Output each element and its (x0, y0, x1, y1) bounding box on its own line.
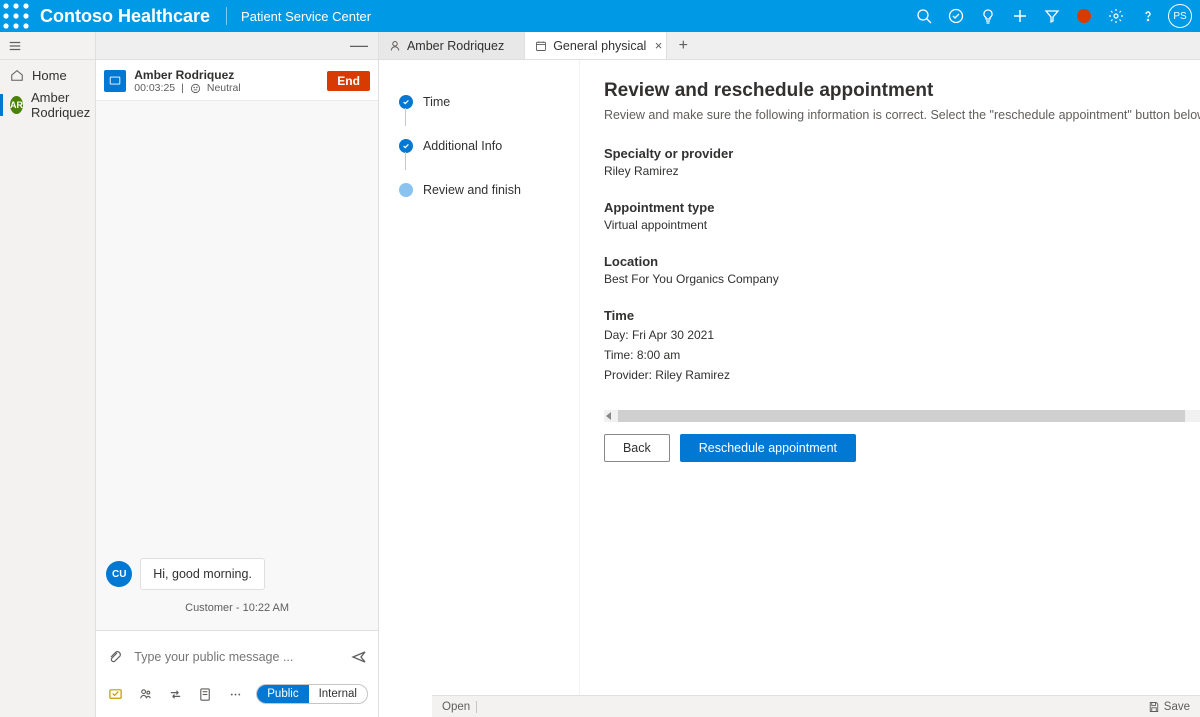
conversation-panel: — Amber Rodriquez 00:03:25 | Neutral End… (96, 32, 379, 717)
transfer-icon[interactable] (166, 685, 184, 703)
step-complete-icon (399, 95, 413, 109)
wizard-steps: Time Additional Info Review and finish (379, 60, 579, 717)
conversation-person-name: Amber Rodriquez (134, 68, 319, 82)
task-icon[interactable] (940, 0, 972, 32)
step-additional-label: Additional Info (423, 139, 502, 153)
more-icon[interactable] (226, 685, 244, 703)
back-button[interactable]: Back (604, 434, 670, 462)
sidebar-home-label: Home (32, 68, 67, 83)
type-label: Appointment type (604, 200, 1200, 215)
step-review[interactable]: Review and finish (399, 168, 569, 212)
chat-bubble-text: Hi, good morning. (140, 558, 265, 590)
step-time[interactable]: Time (399, 80, 569, 124)
conversation-sentiment: Neutral (207, 82, 241, 94)
time-label: Time (604, 308, 1200, 323)
user-avatar[interactable]: PS (1168, 4, 1192, 28)
location-label: Location (604, 254, 1200, 269)
status-divider (476, 701, 477, 713)
message-input[interactable] (134, 650, 340, 664)
type-value: Virtual appointment (604, 218, 1200, 232)
chat-timestamp: Customer - 10:22 AM (96, 602, 378, 614)
app-title: Contoso Healthcare (32, 6, 222, 27)
visibility-toggle: Public Internal (256, 684, 368, 704)
sidebar-patient-label: Amber Rodriquez (31, 90, 95, 120)
app-launcher-icon[interactable] (0, 0, 32, 32)
conversation-header: Amber Rodriquez 00:03:25 | Neutral End (96, 60, 378, 101)
reschedule-button[interactable]: Reschedule appointment (680, 434, 856, 462)
end-button[interactable]: End (327, 71, 370, 91)
page-title: Review and reschedule appointment (604, 80, 1200, 102)
add-tab-button[interactable]: + (667, 32, 699, 59)
step-complete-icon (399, 139, 413, 153)
channel-icon (104, 70, 126, 92)
sentiment-icon (190, 83, 201, 94)
tab-appointment-label: General physical (553, 39, 646, 53)
chat-transcript: CU Hi, good morning. Customer - 10:22 AM (96, 101, 378, 630)
consult-icon[interactable] (136, 685, 154, 703)
review-form: Review and reschedule appointment Review… (579, 60, 1200, 717)
step-review-label: Review and finish (423, 183, 521, 197)
compose-area: Public Internal (96, 630, 378, 717)
close-icon[interactable]: × (655, 38, 663, 53)
app-subtitle: Patient Service Center (231, 9, 371, 24)
notes-icon[interactable] (196, 685, 214, 703)
page-subtitle: Review and make sure the following infor… (604, 108, 1200, 122)
status-open-label[interactable]: Open (442, 701, 470, 713)
conversation-titlebar: — (96, 32, 378, 60)
save-icon (1148, 701, 1160, 713)
time-time-value: Time: 8:00 am (604, 346, 1200, 364)
calendar-icon (535, 40, 547, 52)
pill-public[interactable]: Public (257, 685, 308, 703)
time-provider-value: Provider: Riley Ramirez (604, 366, 1200, 384)
step-additional-info[interactable]: Additional Info (399, 124, 569, 168)
search-icon[interactable] (908, 0, 940, 32)
step-current-icon (399, 183, 413, 197)
customer-avatar-icon: CU (106, 561, 132, 587)
person-icon (389, 40, 401, 52)
tab-strip: Amber Rodriquez General physical × + (379, 32, 1200, 60)
filter-icon[interactable] (1036, 0, 1068, 32)
location-value: Best For You Organics Company (604, 272, 1200, 286)
minimize-icon[interactable]: — (350, 35, 368, 56)
nav-divider (226, 7, 227, 25)
lightbulb-icon[interactable] (972, 0, 1004, 32)
attach-icon[interactable] (106, 648, 124, 666)
sidebar-hamburger[interactable] (0, 32, 95, 60)
tab-patient-label: Amber Rodriquez (407, 39, 504, 53)
chat-message: CU Hi, good morning. (106, 558, 265, 590)
step-time-label: Time (423, 95, 450, 109)
quick-reply-icon[interactable] (106, 685, 124, 703)
specialty-value: Riley Ramirez (604, 164, 1200, 178)
meta-divider: | (181, 82, 184, 94)
home-icon (10, 68, 24, 82)
left-sidebar: Home AR Amber Rodriquez (0, 32, 96, 717)
status-bar: Open Save (432, 695, 1200, 717)
horizontal-scrollbar[interactable] (604, 410, 1200, 422)
patient-avatar-icon: AR (10, 96, 23, 114)
tab-patient[interactable]: Amber Rodriquez (379, 32, 525, 59)
send-icon[interactable] (350, 648, 368, 666)
sidebar-item-home[interactable]: Home (0, 60, 95, 90)
save-button[interactable]: Save (1148, 701, 1190, 713)
conversation-timer: 00:03:25 (134, 82, 175, 94)
help-icon[interactable] (1132, 0, 1164, 32)
add-icon[interactable] (1004, 0, 1036, 32)
tab-appointment[interactable]: General physical × (525, 32, 667, 59)
time-day-value: Day: Fri Apr 30 2021 (604, 326, 1200, 344)
specialty-label: Specialty or provider (604, 146, 1200, 161)
sidebar-item-patient[interactable]: AR Amber Rodriquez (0, 90, 95, 120)
presence-indicator-icon[interactable] (1068, 0, 1100, 32)
settings-icon[interactable] (1100, 0, 1132, 32)
top-navbar: Contoso Healthcare Patient Service Cente… (0, 0, 1200, 32)
detail-panel: Amber Rodriquez General physical × + Tim… (379, 32, 1200, 717)
save-label: Save (1164, 701, 1190, 713)
pill-internal[interactable]: Internal (309, 685, 367, 703)
